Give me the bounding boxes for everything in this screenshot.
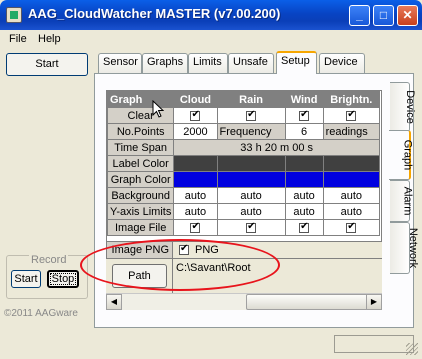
row-label-timespan: Time Span (107, 139, 175, 156)
png-option-area: PNG (173, 241, 382, 259)
record-stop-button[interactable]: Stop (47, 270, 79, 288)
tab-device[interactable]: Device (319, 53, 365, 73)
window-title: AAG_CloudWatcher MASTER (v7.00.200) (28, 6, 281, 21)
status-field (334, 335, 414, 353)
side-tab-device[interactable]: Device (390, 82, 416, 132)
side-tab-graph-label: Graph (401, 139, 414, 171)
row-label-background: Background (107, 187, 175, 204)
mouse-cursor-icon (152, 100, 164, 118)
menu-file[interactable]: File (9, 33, 27, 45)
yaxis-cloud[interactable]: auto (173, 203, 218, 220)
table-row: Clear (107, 107, 381, 124)
table-row: Background auto auto auto auto (107, 187, 381, 204)
row-label-label-color: Label Color (107, 155, 175, 172)
scroll-left-icon[interactable]: ◀ (106, 294, 122, 310)
header-cloud: Cloud (173, 91, 218, 108)
clear-wind-checkbox[interactable] (284, 107, 324, 124)
tab-graphs[interactable]: Graphs (142, 53, 188, 73)
label-color-rain[interactable] (216, 155, 286, 172)
row-label-points: No.Points (107, 123, 175, 140)
table-row: Time Span 33 h 20 m 00 s (107, 139, 380, 156)
tab-setup[interactable]: Setup (276, 51, 317, 74)
png-checkbox-label: PNG (195, 244, 219, 256)
image-file-cloud-checkbox[interactable] (173, 219, 218, 236)
row-label-image-file: Image File (107, 219, 175, 236)
yaxis-brightness[interactable]: auto (322, 203, 381, 220)
main-tabs: Sensor Graphs Limits Unsafe Setup Device (94, 50, 422, 74)
record-start-button[interactable]: Start (11, 270, 41, 288)
background-wind[interactable]: auto (284, 187, 324, 204)
table-row: Graph Color (107, 171, 381, 188)
path-button[interactable]: Path (112, 264, 167, 288)
label-color-brightness[interactable] (322, 155, 381, 172)
frequency-value-cell[interactable]: 6 (284, 123, 324, 140)
yaxis-rain[interactable]: auto (216, 203, 286, 220)
label-color-wind[interactable] (284, 155, 324, 172)
scroll-right-icon[interactable]: ▶ (366, 294, 382, 310)
row-label-yaxis: Y-axis Limits (107, 203, 175, 220)
menu-help[interactable]: Help (38, 33, 61, 45)
menu-bar: File Help (0, 30, 422, 50)
header-brightness: Brightn. (322, 91, 381, 108)
side-tab-alarm[interactable]: Alarm (390, 180, 414, 222)
horizontal-scrollbar[interactable]: ◀ ▶ (106, 293, 382, 310)
label-color-cloud[interactable] (173, 155, 218, 172)
app-icon (6, 7, 22, 23)
side-tab-alarm-label: Alarm (401, 186, 414, 216)
header-rain: Rain (216, 91, 286, 108)
close-button[interactable]: ✕ (397, 5, 418, 26)
start-button[interactable]: Start (6, 53, 88, 76)
left-panel: Start Record Start Stop ©2011 AAGware (0, 50, 94, 350)
record-group: Record Start Stop (6, 254, 88, 299)
maximize-button[interactable]: □ (373, 5, 394, 26)
side-tab-graph[interactable]: Graph (389, 130, 414, 180)
image-png-row: Image PNG PNG (106, 241, 382, 259)
table-row: Image File (107, 219, 381, 236)
path-value: C:\Savant\Root (176, 262, 251, 274)
row-label-image-png: Image PNG (106, 241, 173, 259)
record-label: Record (29, 254, 69, 266)
points-value-cell[interactable]: 2000 (173, 123, 218, 140)
image-file-wind-checkbox[interactable] (284, 219, 324, 236)
side-tab-device-label: Device (403, 90, 416, 124)
row-label-graph-color: Graph Color (107, 171, 175, 188)
tab-unsafe[interactable]: Unsafe (228, 53, 274, 73)
side-tab-network-label: Network (407, 227, 420, 269)
table-row: Label Color (107, 155, 381, 172)
resize-grip-icon[interactable] (406, 343, 418, 355)
grid-header-row: Graph Cloud Rain Wind Brightn. (107, 91, 381, 108)
minimize-button[interactable]: _ (349, 5, 370, 26)
graph-color-cloud[interactable] (173, 171, 218, 188)
background-cloud[interactable]: auto (173, 187, 218, 204)
background-rain[interactable]: auto (216, 187, 286, 204)
graph-color-wind[interactable] (284, 171, 324, 188)
frequency-label: Frequency (216, 123, 286, 140)
header-wind: Wind (284, 91, 324, 108)
image-file-rain-checkbox[interactable] (216, 219, 286, 236)
background-brightness[interactable]: auto (322, 187, 381, 204)
image-file-brightness-checkbox[interactable] (322, 219, 381, 236)
title-bar: AAG_CloudWatcher MASTER (v7.00.200) _ □ … (0, 0, 422, 30)
tab-limits[interactable]: Limits (188, 53, 228, 73)
graph-color-rain[interactable] (216, 171, 286, 188)
path-divider (172, 259, 173, 295)
side-tab-network[interactable]: Network (390, 222, 419, 274)
clear-brightness-checkbox[interactable] (322, 107, 381, 124)
table-row: No.Points 2000 Frequency 6 readings (107, 123, 381, 140)
tab-sensor[interactable]: Sensor (98, 53, 142, 73)
timespan-value: 33 h 20 m 00 s (173, 139, 380, 156)
clear-cloud-checkbox[interactable] (173, 107, 218, 124)
clear-rain-checkbox[interactable] (216, 107, 286, 124)
yaxis-wind[interactable]: auto (284, 203, 324, 220)
readings-label: readings (322, 123, 381, 140)
png-checkbox[interactable] (179, 243, 189, 255)
table-row: Y-axis Limits auto auto auto auto (107, 203, 381, 220)
status-bar (0, 331, 422, 359)
graph-color-brightness[interactable] (322, 171, 381, 188)
scroll-thumb[interactable] (246, 294, 370, 310)
copyright-text: ©2011 AAGware (4, 308, 78, 319)
